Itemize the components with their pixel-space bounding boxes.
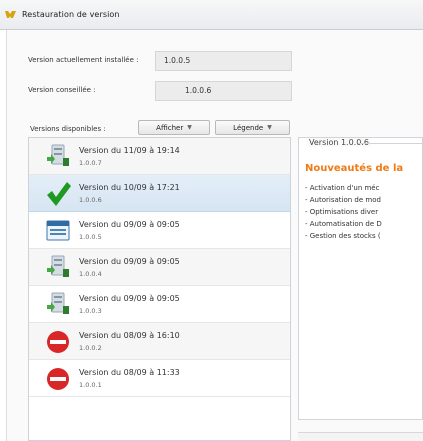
versions-list[interactable]: Version du 11/09 à 19:14 1.0.0.7 Version…	[28, 137, 291, 441]
window-icon	[46, 220, 70, 241]
news-heading: Nouveautés de la	[305, 163, 404, 174]
advised-version-label: Version conseillée :	[28, 86, 96, 94]
version-row-1.0.0.1[interactable]: Version du 08/09 à 11:33 1.0.0.1	[29, 360, 290, 397]
version-row-1.0.0.3[interactable]: Version du 09/09 à 09:05 1.0.0.3	[29, 286, 290, 323]
details-footer	[298, 432, 423, 441]
news-item: - Activation d'un méc	[305, 184, 380, 192]
server-download-icon	[47, 292, 69, 314]
news-item: - Gestion des stocks (	[305, 232, 381, 240]
title-bar: Restauration de version	[0, 0, 423, 30]
version-title: Version du 09/09 à 09:05	[79, 294, 180, 303]
version-number: 1.0.0.2	[79, 344, 102, 352]
installed-version-label: Version actuellement installée :	[28, 56, 139, 64]
no-entry-icon	[47, 331, 69, 353]
installed-version-field: 1.0.0.5	[155, 51, 292, 71]
version-title: Version du 09/09 à 09:05	[79, 257, 180, 266]
version-number: 1.0.0.7	[79, 159, 102, 167]
version-title: Version du 10/09 à 17:21	[79, 183, 180, 192]
server-download-icon	[47, 144, 69, 166]
version-number: 1.0.0.5	[79, 233, 102, 241]
legend-dropdown-button[interactable]: Légende ▼	[215, 120, 290, 135]
chevron-down-icon: ▼	[267, 124, 272, 131]
version-row-1.0.0.5[interactable]: Version du 09/09 à 09:05 1.0.0.5	[29, 212, 290, 249]
chevron-down-icon: ▼	[187, 124, 192, 131]
news-item: - Autorisation de mod	[305, 196, 381, 204]
news-item: - Automatisation de D	[305, 220, 382, 228]
news-item: - Optimisations diver	[305, 208, 379, 216]
version-row-1.0.0.7[interactable]: Version du 11/09 à 19:14 1.0.0.7	[29, 138, 290, 175]
show-button-label: Afficher	[156, 123, 184, 132]
app-logo-icon	[5, 11, 16, 18]
server-download-icon	[47, 255, 69, 277]
show-dropdown-button[interactable]: Afficher ▼	[138, 120, 210, 135]
version-row-1.0.0.2[interactable]: Version du 08/09 à 16:10 1.0.0.2	[29, 323, 290, 360]
no-entry-icon	[47, 368, 69, 390]
version-number: 1.0.0.6	[79, 196, 102, 204]
checkmark-icon	[47, 182, 71, 206]
version-title: Version du 08/09 à 11:33	[79, 368, 180, 377]
version-number: 1.0.0.1	[79, 381, 102, 389]
version-details-panel	[298, 137, 423, 420]
restore-version-window: Restauration de version Version actuelle…	[0, 0, 423, 441]
version-number: 1.0.0.3	[79, 307, 102, 315]
legend-button-label: Légende	[233, 123, 264, 132]
available-versions-label: Versions disponibles :	[30, 125, 106, 133]
details-divider	[358, 143, 423, 144]
advised-version-field: 1.0.0.6	[155, 81, 292, 101]
version-title: Version du 08/09 à 16:10	[79, 331, 180, 340]
version-row-1.0.0.4[interactable]: Version du 09/09 à 09:05 1.0.0.4	[29, 249, 290, 286]
version-title: Version du 11/09 à 19:14	[79, 146, 180, 155]
window-title: Restauration de version	[22, 10, 120, 19]
version-row-1.0.0.6[interactable]: Version du 10/09 à 17:21 1.0.0.6	[29, 175, 290, 212]
version-number: 1.0.0.4	[79, 270, 102, 278]
version-title: Version du 09/09 à 09:05	[79, 220, 180, 229]
